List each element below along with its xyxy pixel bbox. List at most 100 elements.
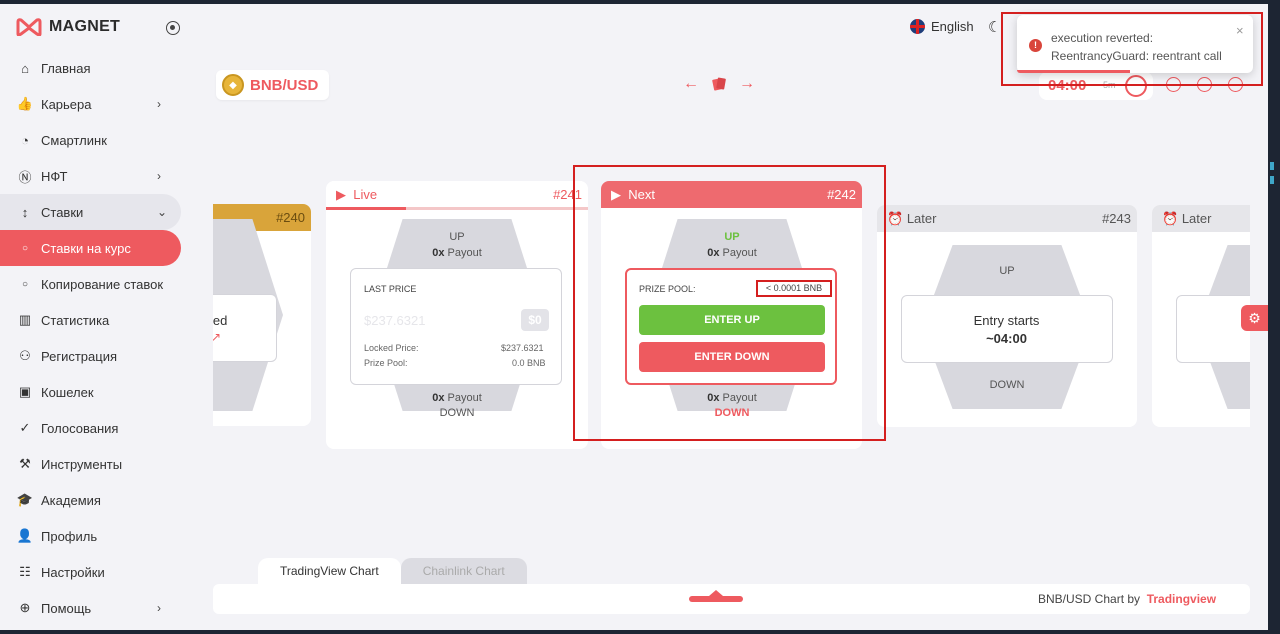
play-icon: ▶	[336, 186, 346, 202]
home-icon: ⌂	[21, 60, 29, 76]
chart-expand-handle[interactable]	[689, 590, 743, 602]
sidebar-item-career[interactable]: 👍 Карьера ›	[0, 86, 196, 122]
toast-message-line1: execution reverted:	[1051, 31, 1154, 45]
sidebar-item-help[interactable]: ⊕ Помощь ›	[0, 590, 196, 626]
entry-starts-label: Entry starts	[973, 313, 1040, 328]
payout-up-multiplier: 0x	[432, 247, 445, 259]
card-header: ⏰ Later	[1152, 205, 1250, 232]
window-frame-right	[1268, 0, 1280, 634]
sidebar-item-label: Статистика	[41, 312, 110, 328]
glasses-icon: ◔	[21, 132, 29, 148]
bnb-coin-icon: ◆	[222, 74, 244, 96]
enter-up-button[interactable]: ENTER UP	[639, 305, 825, 335]
sidebar-item-copy-bets[interactable]: ○ Копирование ставок	[0, 266, 196, 302]
card-header: ▶ Next #242	[601, 181, 862, 208]
round-timer: 04:00 5m	[1039, 72, 1153, 100]
sidebar-item-academy[interactable]: 🎓 Академия	[0, 482, 196, 518]
round-card-242: ▶ Next #242 UP 0x Payout PRIZE POOL: < 0…	[601, 181, 862, 449]
check-icon: ✓	[19, 420, 31, 435]
round-card-240: #240 led ↗	[213, 204, 311, 426]
last-price-value: $237.6321	[364, 313, 426, 328]
up-label: UP	[724, 231, 740, 243]
round-status: Later	[1181, 210, 1212, 226]
tradingview-link[interactable]: Tradingview	[1147, 592, 1216, 606]
play-icon: ▶	[611, 186, 621, 202]
prize-pool-value: < 0.0001 BNB	[756, 280, 832, 297]
updown-arrows-icon: ↕	[21, 204, 29, 220]
sidebar-item-label: Профиль	[41, 528, 98, 544]
magnet-logo-icon	[16, 18, 42, 36]
sidebar-item-wallet[interactable]: ▣ Кошелек	[0, 374, 196, 410]
payout-down-multiplier: 0x	[432, 392, 445, 404]
external-link-icon[interactable]: ↗	[213, 330, 221, 344]
lifebuoy-icon: ⊕	[19, 600, 31, 615]
card-header: ▶ Live #241	[326, 181, 588, 208]
hammer-icon: ⚒	[19, 456, 31, 471]
sidebar-item-voting[interactable]: ✓ Голосования	[0, 410, 196, 446]
thumbs-up-icon: 👍	[16, 96, 34, 111]
last-price-box: LAST PRICE $237.6321 $0 Locked Price: $2…	[350, 268, 562, 385]
user-add-icon: ⚇	[19, 348, 31, 363]
radio-toggle-icon[interactable]	[166, 21, 180, 35]
pair-selector[interactable]: ◆ BNB/USD	[216, 70, 329, 100]
rounds-carousel: #240 led ↗ ▶ Live #241 UP 0x Payout LAST…	[213, 150, 1250, 460]
user-icon: 👤	[16, 528, 34, 543]
sidebar-item-label: Ставки на курс	[41, 240, 131, 256]
sidebar-item-label: Инструменты	[41, 456, 123, 472]
last-price-label: LAST PRICE	[364, 284, 417, 294]
sliders-icon: ☷	[19, 564, 31, 579]
sidebar-item-profile[interactable]: 👤 Профиль	[0, 518, 196, 554]
timer-value: 04:00	[1048, 77, 1087, 94]
chart-panel: BNB/USD Chart by Tradingview	[213, 584, 1250, 614]
round-number: #241	[553, 187, 582, 202]
sidebar-item-home[interactable]: ⌂ Главная	[0, 50, 196, 86]
prize-pool-value: 0.0 BNB	[512, 358, 546, 368]
payout-up-label: Payout	[447, 247, 482, 259]
payout-up-label: Payout	[722, 247, 757, 259]
language-selector[interactable]: English	[910, 19, 974, 34]
arrow-right-icon[interactable]: →	[739, 75, 755, 93]
graduation-cap-icon: 🎓	[16, 492, 34, 507]
sidebar-item-label: Академия	[41, 492, 101, 508]
sidebar-item-settings[interactable]: ☷ Настройки	[0, 554, 196, 590]
sidebar-item-bets[interactable]: ↕ Ставки ⌄	[0, 194, 181, 230]
round-card-243: ⏰ Later #243 UP Entry starts ~04:00 DOWN	[877, 205, 1137, 427]
entry-starts-time: ~04:00	[986, 331, 1027, 346]
round-status: Later	[906, 210, 937, 226]
header-actions	[1166, 77, 1243, 92]
enter-down-button[interactable]: ENTER DOWN	[639, 342, 825, 372]
arrow-left-icon[interactable]: ←	[683, 75, 699, 93]
locked-price-label: Locked Price:	[364, 343, 419, 353]
window-frame-bottom	[0, 630, 1280, 634]
round-card-241: ▶ Live #241 UP 0x Payout LAST PRICE $237…	[326, 181, 588, 449]
tab-chainlink[interactable]: Chainlink Chart	[400, 558, 527, 584]
chevron-right-icon: ›	[157, 169, 161, 183]
payout-down-multiplier: 0x	[707, 392, 720, 404]
history-clock-icon[interactable]	[1125, 75, 1147, 97]
tab-tradingview[interactable]: TradingView Chart	[258, 558, 401, 584]
nft-coin-icon: Ⓝ	[18, 169, 32, 185]
gear-icon[interactable]: ⚙	[1241, 305, 1268, 331]
help-icon[interactable]	[1166, 77, 1181, 92]
toast-message-line2: ReentrancyGuard: reentrant call	[1051, 49, 1222, 63]
close-icon[interactable]: ×	[1236, 23, 1244, 38]
up-label: UP	[999, 265, 1015, 277]
alarm-clock-icon: ⏰	[887, 210, 904, 226]
round-number: #242	[827, 187, 856, 202]
app-logo[interactable]: MAGNET	[16, 18, 120, 36]
sidebar-item-label: Смартлинк	[41, 132, 107, 148]
sidebar-item-tools[interactable]: ⚒ Инструменты	[0, 446, 196, 482]
down-label: DOWN	[439, 407, 475, 419]
cards-icon[interactable]	[711, 76, 727, 92]
close-circle-icon[interactable]	[1228, 77, 1243, 92]
sidebar-item-statistics[interactable]: ▥ Статистика	[0, 302, 196, 338]
sidebar-item-nft[interactable]: Ⓝ НФТ ›	[0, 158, 196, 194]
trophy-icon[interactable]	[1197, 77, 1212, 92]
locked-price-value: $237.6321	[501, 343, 544, 353]
live-progress-bar	[326, 207, 406, 210]
sidebar-item-rate-bets[interactable]: ○ Ставки на курс	[0, 230, 181, 266]
sidebar-item-smartlink[interactable]: ◔ Смартлинк	[0, 122, 196, 158]
sidebar-item-label: Карьера	[41, 96, 92, 112]
theme-toggle-icon[interactable]: ☾	[988, 18, 1001, 36]
sidebar-item-registration[interactable]: ⚇ Регистрация	[0, 338, 196, 374]
